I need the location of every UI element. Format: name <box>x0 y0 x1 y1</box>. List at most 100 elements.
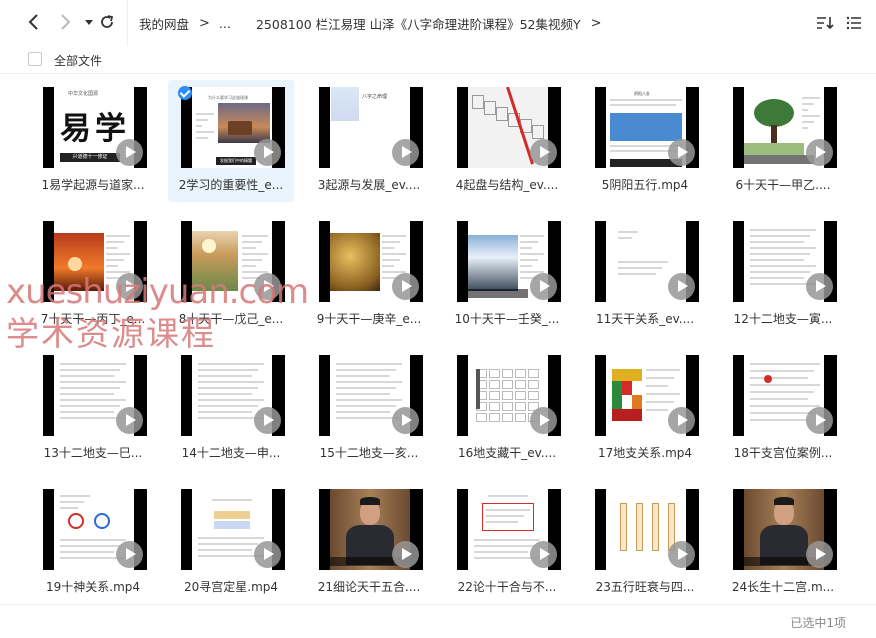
thumbnail-text-line <box>60 369 120 371</box>
thumbnail-text-line <box>336 405 396 407</box>
subtitle-bar: 兴道德十一修证 <box>60 153 120 162</box>
chevron-left-icon <box>28 14 38 30</box>
play-icon <box>530 407 557 434</box>
thumbnail-text-line <box>60 381 126 383</box>
thumbnail-graphic <box>636 503 643 551</box>
play-icon <box>254 273 281 300</box>
thumbnail-text-line <box>488 495 528 497</box>
file-name: 6十天干—甲乙.... <box>735 178 831 192</box>
thumbnail-graphic <box>476 369 480 409</box>
file-item[interactable]: 17地支关系.mp4 <box>582 348 708 470</box>
file-item[interactable]: 22论十干合与不... <box>444 482 570 604</box>
thumbnail-text-line <box>646 393 680 395</box>
thumbnail-graphic <box>502 391 513 400</box>
breadcrumb-current[interactable]: 2508100 栏江易理 山泽《八字命理进阶课程》52集视频Y <box>256 14 581 33</box>
file-item[interactable]: 21细论天干五合.... <box>306 482 432 604</box>
thumbnail-graphic <box>482 503 534 531</box>
file-item[interactable]: 八字之命理 3起源与发展_ev.... <box>306 80 432 202</box>
file-name: 1易学起源与道家... <box>41 178 145 192</box>
file-item[interactable]: 9十天干—庚辛_e... <box>306 214 432 336</box>
file-item[interactable]: 14十二地支—申... <box>168 348 294 470</box>
thumbnail-graphic <box>214 511 250 519</box>
file-item[interactable]: 18干支宫位案例... <box>720 348 846 470</box>
file-item[interactable]: 24长生十二宫.m... <box>720 482 846 604</box>
forward-button[interactable] <box>57 13 75 33</box>
thumbnail-graphic <box>94 513 110 529</box>
thumbnail-text-line <box>60 495 90 497</box>
thumbnail-text-line <box>196 137 208 139</box>
thumbnail-text-line <box>750 235 810 237</box>
thumbnail-text-line <box>106 235 130 237</box>
file-item[interactable]: 为什么要学习这道理课 发掘我们中的精髓 2学习的重要性_e... <box>168 80 294 202</box>
thumbnail-text-line <box>60 545 120 547</box>
thumbnail-graphic <box>489 413 500 422</box>
file-name: 9十天干—庚辛_e... <box>316 312 422 326</box>
thumbnail-text-line <box>198 411 252 413</box>
select-all-checkbox[interactable] <box>28 52 42 66</box>
thumbnail-graphic <box>476 413 487 422</box>
list-view-button[interactable] <box>846 15 864 31</box>
thumbnail-text-line <box>802 103 814 105</box>
thumbnail-text-line <box>198 369 258 371</box>
play-icon <box>392 273 419 300</box>
thumbnail-text-line <box>106 241 124 243</box>
file-item[interactable]: 13十二地支—巳... <box>30 348 156 470</box>
refresh-button[interactable] <box>98 13 116 33</box>
thumbnail-calligraphy: 易学 <box>60 111 130 147</box>
video-thumbnail: 八字之命理 <box>319 87 423 168</box>
thumbnail-graphic <box>774 497 794 505</box>
thumbnail-text-line <box>196 125 202 127</box>
video-thumbnail <box>43 221 147 302</box>
file-item[interactable]: 20寻宫定星.mp4 <box>168 482 294 604</box>
thumbnail-text-line <box>196 131 214 133</box>
breadcrumb-ellipsis[interactable]: ... <box>219 16 231 31</box>
thumbnail-text-line <box>474 539 540 541</box>
thumbnail-text-line <box>750 265 816 267</box>
back-button[interactable] <box>24 13 42 33</box>
thumbnail-text-line <box>486 521 518 523</box>
refresh-icon <box>101 15 114 28</box>
play-icon <box>116 407 143 434</box>
thumbnail-graphic <box>331 87 359 121</box>
video-thumbnail <box>43 355 147 436</box>
video-thumbnail <box>319 221 423 302</box>
thumbnail-text-line <box>750 271 810 273</box>
thumbnail-text-line <box>60 551 114 553</box>
thumbnail-graphic <box>502 402 513 411</box>
thumbnail-text-line <box>646 409 668 411</box>
file-item[interactable]: 11天干关系_ev.... <box>582 214 708 336</box>
thumbnail-title: 阴阳八卦 <box>634 91 650 96</box>
file-item[interactable]: 8十天干—戊己_e... <box>168 214 294 336</box>
history-dropdown-button[interactable] <box>80 13 98 33</box>
thumbnail-graphic <box>515 413 526 422</box>
file-item[interactable]: 12十二地支—寅... <box>720 214 846 336</box>
file-name: 18干支宫位案例... <box>733 446 833 460</box>
file-item[interactable]: 中华文化国源 易学 兴道德十一修证 1易学起源与道家... <box>30 80 156 202</box>
thumbnail-text-line <box>196 113 214 115</box>
file-item[interactable]: 19十神关系.mp4 <box>30 482 156 604</box>
thumbnail-graphic <box>496 107 508 121</box>
sort-button[interactable] <box>816 15 834 31</box>
breadcrumb-root[interactable]: 我的网盘 <box>139 14 189 33</box>
sort-icon <box>817 17 834 30</box>
file-name: 2学习的重要性_e... <box>178 178 284 192</box>
file-item[interactable]: 阴阳八卦 5阴阳五行.mp4 <box>582 80 708 202</box>
file-item[interactable]: 23五行旺衰与四... <box>582 482 708 604</box>
thumbnail-graphic <box>515 391 526 400</box>
thumbnail-graphic <box>489 380 500 389</box>
thumbnail-graphic <box>360 497 380 505</box>
file-item[interactable]: 4起盘与结构_ev.... <box>444 80 570 202</box>
file-item[interactable]: 7十天干—丙丁_e... <box>30 214 156 336</box>
thumbnail-text-line <box>750 370 814 372</box>
checkmark-icon[interactable] <box>178 86 192 100</box>
file-item[interactable]: 10十天干—壬癸_... <box>444 214 570 336</box>
thumbnail-text-line <box>802 115 820 117</box>
video-thumbnail <box>319 355 423 436</box>
play-icon <box>392 139 419 166</box>
video-thumbnail <box>733 355 837 436</box>
file-item[interactable]: 6十天干—甲乙.... <box>720 80 846 202</box>
file-item[interactable]: 16地支藏干_ev.... <box>444 348 570 470</box>
video-thumbnail <box>457 355 561 436</box>
file-item[interactable]: 15十二地支—亥... <box>306 348 432 470</box>
thumbnail-text-line <box>198 393 252 395</box>
